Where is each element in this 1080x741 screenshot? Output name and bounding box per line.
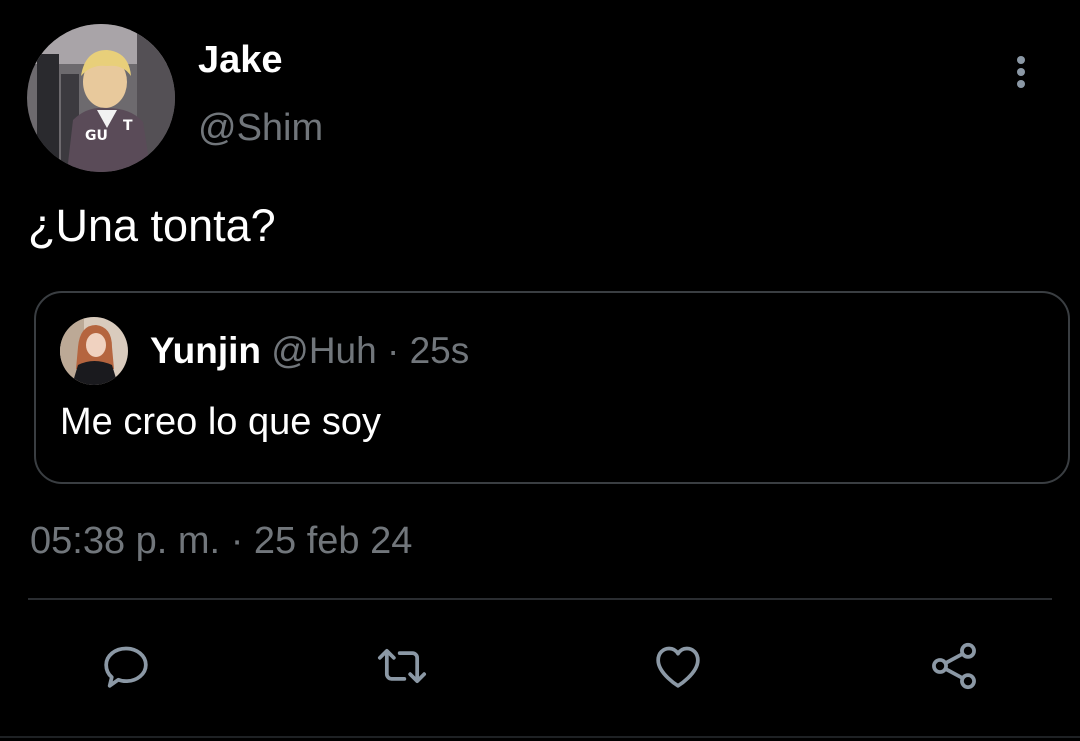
timestamp-separator: · xyxy=(230,520,244,562)
quoted-display-name[interactable]: Yunjin xyxy=(150,330,261,371)
quoted-separator: · xyxy=(387,330,400,371)
author-avatar[interactable]: GU T xyxy=(27,24,175,172)
svg-text:T: T xyxy=(123,118,133,134)
svg-text:GU: GU xyxy=(85,128,108,144)
actions-divider xyxy=(28,598,1052,600)
retweet-button[interactable] xyxy=(372,636,432,696)
tweet-time: 05:38 p. m. xyxy=(30,520,221,562)
bottom-divider xyxy=(0,736,1080,738)
retweet-icon xyxy=(377,648,427,684)
share-icon xyxy=(932,642,976,690)
quoted-tweet-text: Me creo lo que soy xyxy=(60,401,382,443)
author-display-name[interactable]: Jake xyxy=(198,38,283,82)
tweet-timestamp: 05:38 p. m. · 25 feb 24 xyxy=(30,518,412,564)
quoted-author-avatar[interactable] xyxy=(60,317,128,385)
share-button[interactable] xyxy=(924,636,984,696)
author-avatar-image: GU T xyxy=(27,24,175,172)
like-button[interactable] xyxy=(648,636,708,696)
quoted-handle[interactable]: @Huh xyxy=(271,330,376,371)
quoted-tweet-card[interactable]: Yunjin @Huh · 25s Me creo lo que soy xyxy=(34,291,1070,484)
quoted-time: 25s xyxy=(409,330,470,371)
reply-icon xyxy=(104,646,148,688)
tweet-text: ¿Una tonta? xyxy=(28,200,276,251)
quoted-header: Yunjin @Huh · 25s xyxy=(150,329,469,373)
more-options-button[interactable] xyxy=(1004,50,1038,94)
quoted-avatar-image xyxy=(60,317,128,385)
tweet-date: 25 feb 24 xyxy=(253,520,413,562)
author-handle[interactable]: @Shim xyxy=(198,106,323,150)
heart-icon xyxy=(656,646,700,688)
more-vertical-icon xyxy=(1017,56,1025,88)
reply-button[interactable] xyxy=(96,636,156,696)
